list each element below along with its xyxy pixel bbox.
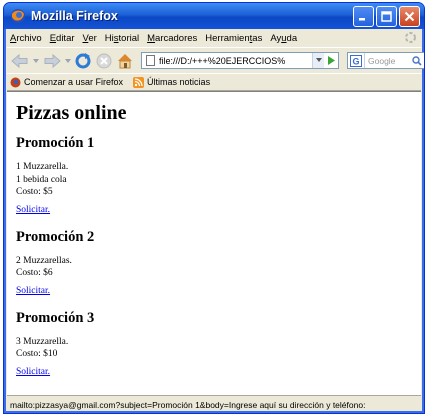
back-arrow-icon [11, 53, 28, 68]
chevron-down-icon [33, 58, 39, 63]
bookmark-ultimas-noticias[interactable]: Últimas noticias [133, 76, 211, 88]
status-text: mailto:pizzasya@gmail.com?subject=Promoc… [10, 399, 366, 410]
home-button[interactable] [116, 52, 134, 70]
promo-price: Costo: $10 [16, 349, 58, 359]
firefox-icon [10, 77, 21, 87]
promo-heading: Promoción 3 [16, 309, 95, 326]
menu-ayuda[interactable]: Ayuda [270, 33, 297, 44]
url-dropdown[interactable] [312, 53, 324, 68]
go-button[interactable] [324, 53, 338, 68]
solicitar-link[interactable]: Solicitar. [16, 286, 50, 296]
status-bar: mailto:pizzasya@gmail.com?subject=Promoc… [7, 395, 421, 413]
back-button[interactable] [10, 52, 30, 70]
reload-button[interactable] [74, 52, 92, 70]
promo-heading: Promoción 1 [16, 135, 95, 151]
promo-heading: Promoción 2 [16, 228, 95, 245]
promo-section: Promoción 3 3 Muzzarella. Costo: $10 Sol… [16, 310, 421, 379]
bookmarks-toolbar: Comenzar a usar Firefox Últimas noticias [7, 73, 421, 91]
rss-icon [133, 76, 145, 88]
page-content: Pizzas online Promoción 1 1 Muzzarella. … [7, 91, 421, 395]
url-text: file:///D:/+++%20EJERCCIOS% [159, 55, 286, 66]
promo-line: 1 bebida cola [16, 174, 67, 185]
promo-section: Promoción 2 2 Muzzarellas. Costo: $6 Sol… [16, 229, 421, 298]
bookmark-label: Comenzar a usar Firefox [24, 77, 124, 87]
google-icon: G [350, 54, 362, 67]
search-placeholder: Google [368, 55, 396, 66]
promo-line: 2 Muzzarellas. [16, 255, 72, 266]
stop-icon [96, 53, 112, 68]
minimize-button[interactable] [353, 6, 374, 27]
search-button[interactable] [410, 53, 424, 68]
title-bar[interactable]: Mozilla Firefox [4, 3, 424, 29]
solicitar-link[interactable]: Solicitar. [16, 205, 50, 215]
browser-window: Mozilla Firefox Archivo Editar Ver Histo… [3, 2, 425, 414]
menu-archivo[interactable]: Archivo [10, 33, 42, 44]
search-bar[interactable]: G Google [347, 52, 424, 69]
go-arrow-icon [328, 56, 335, 65]
promo-price: Costo: $6 [16, 268, 53, 278]
menu-historial[interactable]: Historial [105, 33, 139, 44]
promo-price: Costo: $5 [16, 187, 53, 197]
page-title: Pizzas online [16, 102, 127, 124]
maximize-button[interactable] [376, 6, 397, 27]
reload-icon [75, 52, 91, 68]
minimize-icon [359, 18, 365, 21]
menu-marcadores[interactable]: Marcadores [147, 33, 197, 44]
menu-ver[interactable]: Ver [83, 33, 97, 44]
forward-arrow-icon [44, 53, 61, 68]
navigation-toolbar: file:///D:/+++%20EJERCCIOS% G Google [7, 47, 424, 73]
promo-line: 3 Muzzarella. [16, 336, 69, 347]
menu-editar[interactable]: Editar [50, 33, 75, 44]
stop-button[interactable] [95, 52, 113, 70]
chevron-down-icon [315, 58, 322, 62]
menu-bar: Archivo Editar Ver Historial Marcadores … [7, 29, 421, 47]
search-icon [412, 55, 422, 66]
promo-section: Promoción 1 1 Muzzarella. 1 bebida cola … [16, 135, 421, 217]
svg-text:G: G [353, 56, 360, 66]
promo-line: 1 Muzzarella. [16, 162, 69, 172]
chevron-down-icon [65, 58, 71, 63]
bookmark-label: Últimas noticias [147, 77, 211, 87]
forward-button[interactable] [42, 52, 62, 70]
url-bar[interactable]: file:///D:/+++%20EJERCCIOS% [141, 52, 339, 69]
firefox-icon [11, 9, 25, 23]
bookmark-comenzar[interactable]: Comenzar a usar Firefox [10, 77, 123, 88]
close-icon [404, 11, 415, 22]
maximize-icon [381, 11, 392, 22]
forward-dropdown[interactable] [65, 58, 71, 64]
solicitar-link[interactable]: Solicitar. [16, 367, 50, 377]
page-icon [146, 55, 155, 66]
search-engine-selector[interactable]: G [348, 53, 365, 68]
menu-herramientas[interactable]: Herramientas [205, 33, 262, 44]
home-icon [118, 53, 132, 68]
back-dropdown[interactable] [33, 58, 39, 64]
window-title: Mozilla Firefox [31, 9, 118, 23]
throbber-icon [405, 32, 416, 43]
close-button[interactable] [399, 6, 420, 27]
